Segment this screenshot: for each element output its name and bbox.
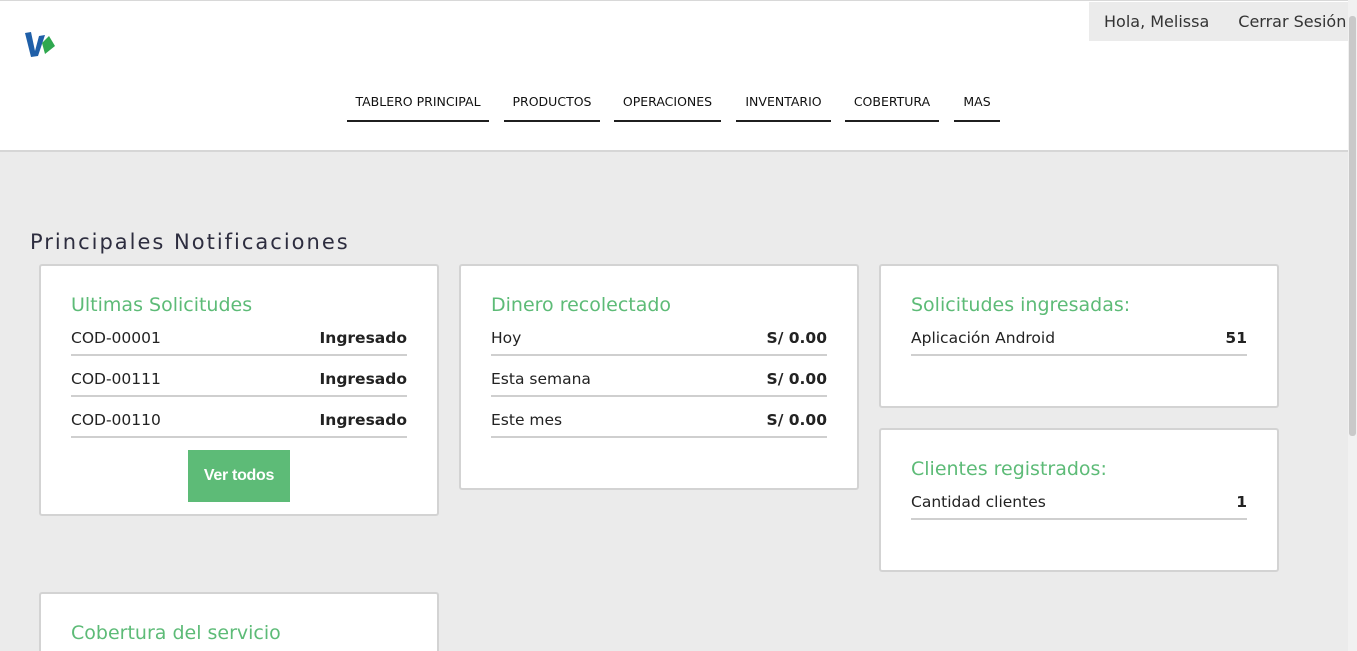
list-item: Este mes S/ 0.00 xyxy=(491,407,827,438)
list-item: Cantidad clientes 1 xyxy=(911,489,1247,520)
list-item[interactable]: COD-00110 Ingresado xyxy=(71,407,407,438)
card-solicitudes-ingresadas: Solicitudes ingresadas: Aplicación Andro… xyxy=(879,264,1279,408)
nav-item-operaciones[interactable]: OPERACIONES xyxy=(614,87,721,122)
card-title: Dinero recolectado xyxy=(491,294,672,316)
count-value: 51 xyxy=(1225,329,1247,347)
card-cobertura-servicio: Cobertura del servicio xyxy=(39,592,439,651)
period-label: Este mes xyxy=(491,411,563,429)
card-title: Ultimas Solicitudes xyxy=(71,294,253,316)
user-greeting: Hola, Melissa xyxy=(1104,12,1210,31)
clients-label: Cantidad clientes xyxy=(911,493,1046,511)
list-item[interactable]: COD-00001 Ingresado xyxy=(71,325,407,356)
card-clientes-registrados: Clientes registrados: Cantidad clientes … xyxy=(879,428,1279,572)
logout-link[interactable]: Cerrar Sesión xyxy=(1238,12,1346,31)
nav-item-cobertura[interactable]: COBERTURA xyxy=(845,87,939,122)
period-label: Hoy xyxy=(491,329,522,347)
card-ultimas-solicitudes: Ultimas Solicitudes COD-00001 Ingresado … xyxy=(39,264,439,516)
vertical-scrollbar[interactable] xyxy=(1348,0,1357,651)
source-label: Aplicación Android xyxy=(911,329,1056,347)
top-header: Hola, Melissa Cerrar Sesión TABLERO PRIN… xyxy=(0,0,1348,152)
count-value: 1 xyxy=(1236,493,1247,511)
list-item: Hoy S/ 0.00 xyxy=(491,325,827,356)
main-nav: TABLERO PRINCIPAL PRODUCTOS OPERACIONES … xyxy=(0,87,1348,123)
card-title: Solicitudes ingresadas: xyxy=(911,294,1131,316)
user-bar: Hola, Melissa Cerrar Sesión xyxy=(1089,2,1348,41)
ver-todos-button[interactable]: Ver todos xyxy=(188,450,290,502)
nav-item-inventario[interactable]: INVENTARIO xyxy=(736,87,831,122)
nav-item-productos[interactable]: PRODUCTOS xyxy=(504,87,600,122)
nav-item-tablero-principal[interactable]: TABLERO PRINCIPAL xyxy=(347,87,489,122)
request-status: Ingresado xyxy=(319,329,407,347)
nav-item-mas[interactable]: MAS xyxy=(954,87,1000,122)
card-dinero-recolectado: Dinero recolectado Hoy S/ 0.00 Esta sema… xyxy=(459,264,859,490)
card-title: Clientes registrados: xyxy=(911,458,1107,480)
amount-value: S/ 0.00 xyxy=(766,411,827,429)
amount-value: S/ 0.00 xyxy=(766,329,827,347)
request-code: COD-00001 xyxy=(71,329,161,347)
card-title: Cobertura del servicio xyxy=(71,622,281,644)
list-item: Aplicación Android 51 xyxy=(911,325,1247,356)
brand-logo-icon[interactable] xyxy=(22,27,56,59)
request-code: COD-00111 xyxy=(71,370,161,388)
request-code: COD-00110 xyxy=(71,411,161,429)
list-item: Esta semana S/ 0.00 xyxy=(491,366,827,397)
request-status: Ingresado xyxy=(319,411,407,429)
list-item[interactable]: COD-00111 Ingresado xyxy=(71,366,407,397)
period-label: Esta semana xyxy=(491,370,591,388)
section-title: Principales Notificaciones xyxy=(30,230,350,254)
scrollbar-thumb[interactable] xyxy=(1349,16,1356,436)
request-status: Ingresado xyxy=(319,370,407,388)
amount-value: S/ 0.00 xyxy=(766,370,827,388)
